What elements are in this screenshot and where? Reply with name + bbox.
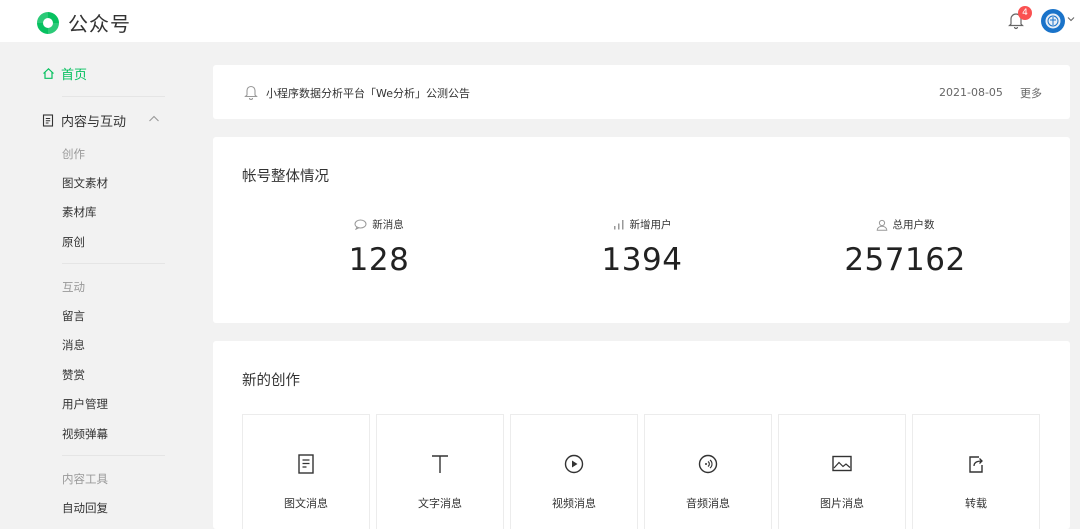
announcement-card: 小程序数据分析平台「We分析」公测公告 2021-08-05 更多 — [213, 65, 1070, 119]
text-icon — [432, 455, 448, 473]
create-image-button[interactable]: 图片消息 — [778, 414, 906, 529]
repost-button[interactable]: 转载 — [912, 414, 1040, 529]
sidebar-divider — [62, 96, 165, 97]
tile-label: 图片消息 — [820, 497, 864, 510]
avatar-emblem-icon — [1042, 10, 1064, 32]
bar-chart-icon — [613, 220, 623, 230]
sidebar-category-content-tools: 内容工具 — [62, 472, 108, 486]
avatar[interactable] — [1041, 9, 1065, 33]
tile-label: 音频消息 — [686, 497, 730, 510]
create-video-button[interactable]: 视频消息 — [510, 414, 638, 529]
sidebar-group-content-interaction[interactable]: 内容与互动 — [42, 111, 162, 130]
share-icon — [969, 456, 983, 473]
sidebar-item-messages[interactable]: 消息 — [62, 337, 85, 353]
stat-value: 257162 — [844, 242, 966, 278]
sidebar-category-interaction: 互动 — [62, 280, 85, 294]
stat-new-users[interactable]: 新增用户 1394 — [542, 217, 742, 278]
user-icon — [876, 219, 887, 231]
notification-badge: 4 — [1018, 6, 1032, 20]
image-icon — [832, 455, 852, 472]
sidebar-group-label: 内容与互动 — [61, 115, 127, 130]
sidebar-item-label: 首页 — [61, 68, 88, 83]
create-audio-button[interactable]: 音频消息 — [644, 414, 772, 529]
chevron-up-icon[interactable] — [148, 114, 160, 124]
stat-value: 128 — [348, 242, 410, 278]
top-bar: 公众号 4 — [0, 0, 1080, 42]
sidebar-category-create: 创作 — [62, 147, 85, 161]
tile-label: 文字消息 — [418, 497, 462, 510]
sidebar-item-original[interactable]: 原创 — [62, 234, 85, 250]
brand[interactable]: 公众号 — [35, 8, 131, 37]
creation-tiles: 图文消息 文字消息 视频消息 音频消息 图片消息 转载 — [242, 414, 1041, 529]
overview-title: 帐号整体情况 — [242, 169, 329, 185]
audio-icon — [698, 454, 718, 474]
tile-label: 转载 — [965, 497, 987, 510]
video-play-icon — [564, 454, 584, 474]
bell-outline-icon — [244, 85, 258, 100]
create-text-button[interactable]: 文字消息 — [376, 414, 504, 529]
sidebar-item-image-text-material[interactable]: 图文素材 — [62, 175, 108, 191]
sidebar-item-comments[interactable]: 留言 — [62, 308, 85, 324]
app-title: 公众号 — [68, 12, 131, 36]
stat-total-users[interactable]: 总用户数 257162 — [805, 217, 1005, 278]
stat-label: 新消息 — [372, 219, 404, 231]
sidebar-item-video-danmaku[interactable]: 视频弹幕 — [62, 426, 108, 442]
document-icon — [298, 454, 314, 474]
announcement-link[interactable]: 小程序数据分析平台「We分析」公测公告 — [266, 85, 470, 101]
more-link[interactable]: 更多 — [1020, 85, 1042, 101]
sidebar-item-user-management[interactable]: 用户管理 — [62, 396, 108, 412]
stat-new-messages[interactable]: 新消息 128 — [279, 217, 479, 278]
new-creation-card: 新的创作 图文消息 文字消息 视频消息 音频消息 图片消息 转载 — [213, 341, 1070, 529]
sidebar-item-material-library[interactable]: 素材库 — [62, 204, 97, 220]
sidebar-item-auto-reply[interactable]: 自动回复 — [62, 500, 108, 516]
home-icon — [43, 67, 54, 79]
sidebar-divider — [62, 455, 165, 456]
sidebar-divider — [62, 263, 165, 264]
creation-title: 新的创作 — [242, 373, 300, 389]
sidebar-item-home[interactable]: 首页 — [42, 64, 87, 83]
account-overview-card: 帐号整体情况 新消息 128 新增用户 1394 总用户数 257162 — [213, 137, 1070, 323]
announcement-date: 2021-08-05 — [939, 86, 1003, 99]
sidebar-item-rewards[interactable]: 赞赏 — [62, 367, 85, 383]
wechat-mp-logo-icon — [37, 11, 59, 34]
stat-value: 1394 — [601, 242, 683, 278]
chevron-down-icon[interactable] — [1066, 14, 1076, 24]
document-icon — [42, 114, 54, 127]
create-image-text-button[interactable]: 图文消息 — [242, 414, 370, 529]
tile-label: 图文消息 — [284, 497, 328, 510]
tile-label: 视频消息 — [552, 497, 596, 510]
stat-label: 总用户数 — [892, 219, 935, 231]
stat-label: 新增用户 — [629, 219, 672, 231]
chat-bubble-icon — [354, 219, 367, 230]
